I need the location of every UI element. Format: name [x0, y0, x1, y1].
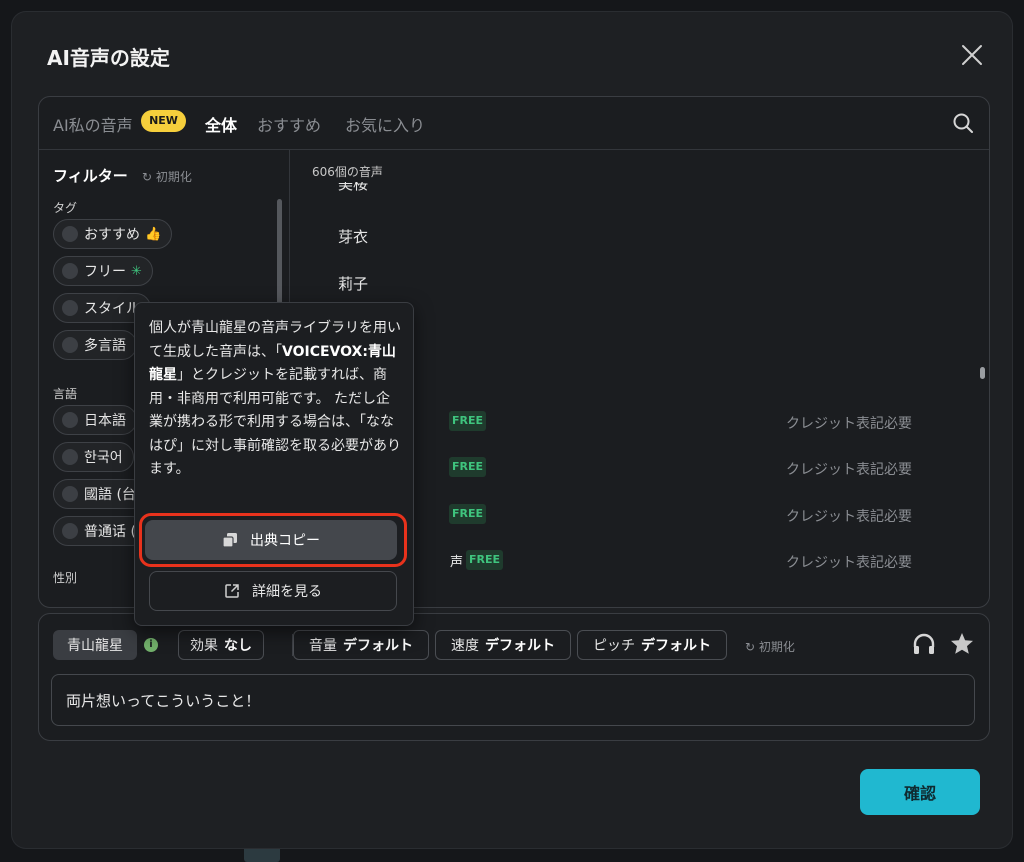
details-button-label: 詳細を見る [252, 584, 322, 600]
tag-chip-multilingual[interactable]: 多言語 [53, 330, 137, 360]
selected-voice-chip[interactable]: 青山龍星 [53, 630, 137, 660]
voice-name-partial[interactable]: 声 [450, 551, 463, 570]
chip-radio [62, 449, 78, 465]
tab-bar: AI私の音声 NEW 全体 おすすめ お気に入り [39, 97, 989, 150]
confirm-button[interactable]: 確認 [860, 769, 980, 815]
credit-required-label: クレジット表記必要 [786, 509, 912, 525]
copy-icon [222, 533, 237, 548]
external-link-icon [225, 584, 239, 598]
filter-title: フィルター [53, 167, 128, 185]
free-badge: FREE [449, 411, 486, 431]
copy-button-label: 出典コピー [250, 533, 320, 549]
speech-text-input[interactable] [51, 674, 975, 726]
volume-button[interactable]: 音量 デフォルト [293, 630, 429, 660]
effect-button[interactable]: 効果 なし [178, 630, 264, 660]
chip-radio [62, 486, 78, 502]
tab-favorites[interactable]: お気に入り [345, 112, 425, 136]
thumbs-up-icon: 👍 [145, 226, 162, 242]
chip-label: おすすめ [84, 227, 140, 243]
tag-chip-recommended[interactable]: おすすめ 👍 [53, 219, 173, 249]
free-badge: FREE [466, 550, 503, 570]
view-details-button[interactable]: 詳細を見る [149, 571, 397, 611]
chip-label: 普通话 ( [84, 524, 136, 540]
language-chip-korean[interactable]: 한국어 [53, 442, 134, 472]
modal-title: AI音声の設定 [47, 46, 170, 70]
sparkle-icon: ✳ [131, 263, 142, 279]
tab-my-ai-voice[interactable]: AI私の音声 [53, 112, 133, 136]
sidebar-scrollbar[interactable] [277, 199, 282, 319]
voice-name[interactable]: 芽衣 [338, 226, 368, 247]
tag-chip-free[interactable]: フリー ✳ [53, 256, 153, 286]
language-chip-taiwanese[interactable]: 國語 (台 [53, 479, 147, 509]
chip-label: 多言語 [84, 338, 126, 354]
filter-reset-label: 初期化 [155, 170, 192, 184]
free-badge: FREE [449, 504, 486, 524]
search-icon[interactable] [951, 111, 975, 135]
chip-label: フリー [84, 264, 126, 280]
language-chip-japanese[interactable]: 日本語 [53, 405, 137, 435]
reset-icon: ↻ [142, 170, 153, 184]
voice-player-bar: 青山龍星 i 効果 なし 音量 デフォルト 速度 デフォルト ピッチ デフォルト ↻ 初… [38, 613, 990, 741]
chip-radio [62, 523, 78, 539]
chip-radio [62, 412, 78, 428]
voice-count: 606個の音声 [312, 165, 383, 179]
voice-name[interactable]: 莉子 [338, 273, 368, 294]
credit-info-popover: 個人が青山龍星の音声ライブラリを用いて生成した音声は、「VOICEVOX:青山龍… [134, 302, 414, 626]
chip-label: 日本語 [84, 413, 126, 429]
language-chip-mandarin[interactable]: 普通话 ( [53, 516, 147, 546]
pitch-value: デフォルト [641, 638, 711, 654]
volume-value: デフォルト [343, 638, 413, 654]
gender-section-label: 性別 [53, 571, 78, 585]
tag-section-label: タグ [53, 201, 78, 215]
info-icon[interactable]: i [144, 638, 158, 652]
language-section-label: 言語 [53, 387, 78, 401]
free-badge: FREE [449, 457, 486, 477]
filter-reset-button[interactable]: ↻ 初期化 [142, 168, 192, 185]
volume-label: 音量 [309, 638, 337, 654]
chip-radio [62, 226, 78, 242]
speed-value: デフォルト [485, 638, 555, 654]
chip-label: スタイル [84, 301, 140, 317]
effect-value: なし [224, 638, 252, 654]
speed-label: 速度 [451, 638, 479, 654]
credit-required-label: クレジット表記必要 [786, 555, 912, 571]
speed-button[interactable]: 速度 デフォルト [435, 630, 571, 660]
star-icon[interactable] [949, 631, 975, 657]
chip-label: 한국어 [84, 450, 123, 466]
effect-label: 効果 [190, 638, 218, 654]
chip-radio [62, 337, 78, 353]
credit-description: 個人が青山龍星の音声ライブラリを用いて生成した音声は、「VOICEVOX:青山龍… [149, 317, 401, 482]
tab-all[interactable]: 全体 [205, 112, 237, 136]
chip-radio [62, 300, 78, 316]
voice-name[interactable]: 美桜 [338, 182, 368, 192]
reset-icon: ↻ [745, 640, 756, 654]
player-reset-label: 初期化 [758, 640, 795, 654]
tab-recommended[interactable]: おすすめ [257, 112, 321, 136]
pitch-label: ピッチ [593, 638, 635, 654]
credit-text: 」とクレジットを記載すれば、商用・非商用で利用可能です。 ただし企業が携わる形で… [149, 367, 401, 477]
pitch-button[interactable]: ピッチ デフォルト [577, 630, 727, 660]
copy-credit-button[interactable]: 出典コピー [145, 520, 397, 560]
credit-required-label: クレジット表記必要 [786, 416, 912, 432]
headphone-icon[interactable] [911, 631, 937, 657]
close-icon[interactable] [959, 42, 985, 68]
list-scrollbar[interactable] [980, 367, 985, 379]
new-badge: NEW [141, 110, 186, 132]
chip-radio [62, 263, 78, 279]
credit-required-label: クレジット表記必要 [786, 462, 912, 478]
chip-label: 國語 (台 [84, 487, 136, 503]
player-reset-button[interactable]: ↻ 初期化 [745, 638, 795, 655]
